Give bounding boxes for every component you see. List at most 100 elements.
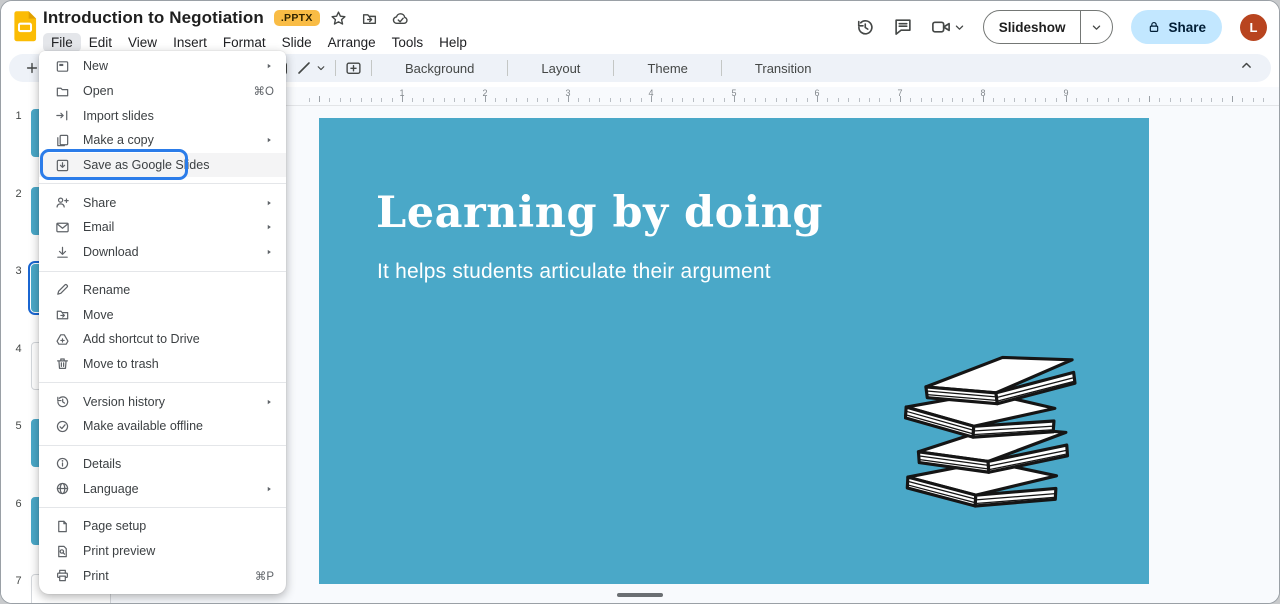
menu-item-label: Details: [83, 457, 274, 471]
toolbar-separator: [507, 60, 508, 76]
version-history-icon[interactable]: [855, 17, 875, 37]
submenu-arrow-icon: [264, 222, 274, 232]
file-menu-item-language[interactable]: Language: [39, 476, 286, 501]
lock-icon: [1147, 20, 1161, 34]
ruler-tick: [1263, 98, 1264, 102]
ruler-tick: [1253, 98, 1254, 102]
offline-check-icon: [55, 419, 70, 434]
ruler-tick: [547, 98, 548, 102]
transition-button[interactable]: Transition: [731, 54, 836, 82]
menubar-item-format[interactable]: Format: [215, 33, 274, 52]
file-menu-item-save-as-google-slides[interactable]: Save as Google Slides: [39, 153, 286, 178]
file-menu-item-open[interactable]: Open⌘O: [39, 79, 286, 104]
menu-item-label: Version history: [83, 395, 264, 409]
menubar-item-slide[interactable]: Slide: [274, 33, 320, 52]
ruler-tick: [433, 98, 434, 102]
ruler-tick: [475, 98, 476, 102]
ruler-number: 5: [731, 88, 736, 98]
menubar-item-edit[interactable]: Edit: [81, 33, 120, 52]
layout-button[interactable]: Layout: [517, 54, 604, 82]
menubar-item-view[interactable]: View: [120, 33, 165, 52]
background-button[interactable]: Background: [381, 54, 498, 82]
file-menu-item-email[interactable]: Email: [39, 215, 286, 240]
document-title[interactable]: Introduction to Negotiation: [43, 8, 264, 28]
file-menu-item-new[interactable]: New: [39, 54, 286, 79]
menubar-item-tools[interactable]: Tools: [384, 33, 432, 52]
menubar-item-arrange[interactable]: Arrange: [320, 33, 384, 52]
file-menu-item-download[interactable]: Download: [39, 240, 286, 265]
account-avatar[interactable]: L: [1240, 14, 1267, 41]
menu-divider: [39, 183, 286, 184]
file-menu-item-make-available-offline[interactable]: Make available offline: [39, 414, 286, 439]
ruler-tick: [1097, 98, 1098, 102]
books-clipart[interactable]: [904, 354, 1094, 522]
file-menu-item-page-setup[interactable]: Page setup: [39, 514, 286, 539]
menubar-item-help[interactable]: Help: [431, 33, 475, 52]
file-menu-item-details[interactable]: Details: [39, 452, 286, 477]
slide-canvas[interactable]: Learning by doing It helps students arti…: [319, 118, 1149, 584]
slide-number: 5: [9, 419, 28, 432]
ruler-tick: [1191, 98, 1192, 102]
save-slides-icon: [55, 158, 70, 173]
file-menu-item-version-history[interactable]: Version history: [39, 389, 286, 414]
menubar-item-insert[interactable]: Insert: [165, 33, 215, 52]
menu-item-label: Language: [83, 482, 264, 496]
drive-add-icon: [55, 332, 70, 347]
ruler-tick: [1004, 98, 1005, 102]
slide-number: 1: [9, 109, 28, 122]
ruler-tick: [942, 98, 943, 102]
ruler-tick: [879, 98, 880, 102]
chevron-down-icon: [954, 22, 965, 33]
slide-title[interactable]: Learning by doing: [376, 188, 823, 238]
file-menu-item-move-to-trash[interactable]: Move to trash: [39, 352, 286, 377]
slideshow-button[interactable]: Slideshow: [984, 11, 1081, 43]
title-block: Introduction to Negotiation .PPTX FileEd…: [43, 7, 475, 54]
file-menu-item-rename[interactable]: Rename: [39, 278, 286, 303]
file-menu-item-add-shortcut-to-drive[interactable]: Add shortcut to Drive: [39, 327, 286, 352]
cloud-saved-icon[interactable]: [392, 10, 409, 27]
app-window: Introduction to Negotiation .PPTX FileEd…: [0, 0, 1280, 604]
slideshow-dropdown-button[interactable]: [1080, 11, 1112, 43]
google-slides-logo: [13, 10, 37, 42]
ruler-tick: [537, 98, 538, 102]
move-folder-icon[interactable]: [361, 10, 378, 27]
ruler-number: 3: [565, 88, 570, 98]
ruler-tick: [713, 98, 714, 102]
ruler-tick: [1118, 98, 1119, 102]
ruler-tick: [392, 98, 393, 102]
slide-number: 2: [9, 187, 28, 200]
star-icon[interactable]: [330, 10, 347, 27]
ruler-tick: [744, 98, 745, 102]
menu-item-label: Save as Google Slides: [83, 158, 274, 172]
page-icon: [55, 519, 70, 534]
ruler-number: 2: [482, 88, 487, 98]
ruler-tick: [444, 98, 445, 102]
download-icon: [55, 245, 70, 260]
collapse-toolbar-button[interactable]: [1240, 59, 1253, 77]
line-tool[interactable]: [296, 60, 326, 76]
menu-item-label: Email: [83, 220, 264, 234]
file-menu-item-make-a-copy[interactable]: Make a copy: [39, 128, 286, 153]
insert-comment-button[interactable]: [345, 60, 362, 77]
menubar-item-file[interactable]: File: [43, 33, 81, 52]
ruler-tick: [776, 98, 777, 102]
file-menu-item-share[interactable]: Share: [39, 190, 286, 215]
comments-icon[interactable]: [893, 17, 913, 37]
file-menu-item-import-slides[interactable]: Import slides: [39, 103, 286, 128]
theme-button[interactable]: Theme: [623, 54, 711, 82]
menu-item-label: Make a copy: [83, 133, 264, 147]
slide-number: 3: [9, 264, 28, 277]
ruler-tick: [1056, 98, 1057, 102]
file-menu-item-print-preview[interactable]: Print preview: [39, 539, 286, 564]
submenu-arrow-icon: [264, 135, 274, 145]
preview-icon: [55, 544, 70, 559]
file-menu-item-print[interactable]: Print⌘P: [39, 563, 286, 588]
speaker-notes-resize-handle[interactable]: [617, 593, 663, 597]
ruler-tick: [1159, 98, 1160, 102]
meet-present-button[interactable]: [931, 17, 965, 37]
share-button[interactable]: Share: [1131, 10, 1222, 44]
slide-subtitle[interactable]: It helps students articulate their argum…: [377, 260, 771, 284]
ruler-tick: [765, 98, 766, 102]
file-menu: NewOpen⌘OImport slides Make a copy Save as…: [39, 51, 286, 594]
file-menu-item-move[interactable]: Move: [39, 302, 286, 327]
